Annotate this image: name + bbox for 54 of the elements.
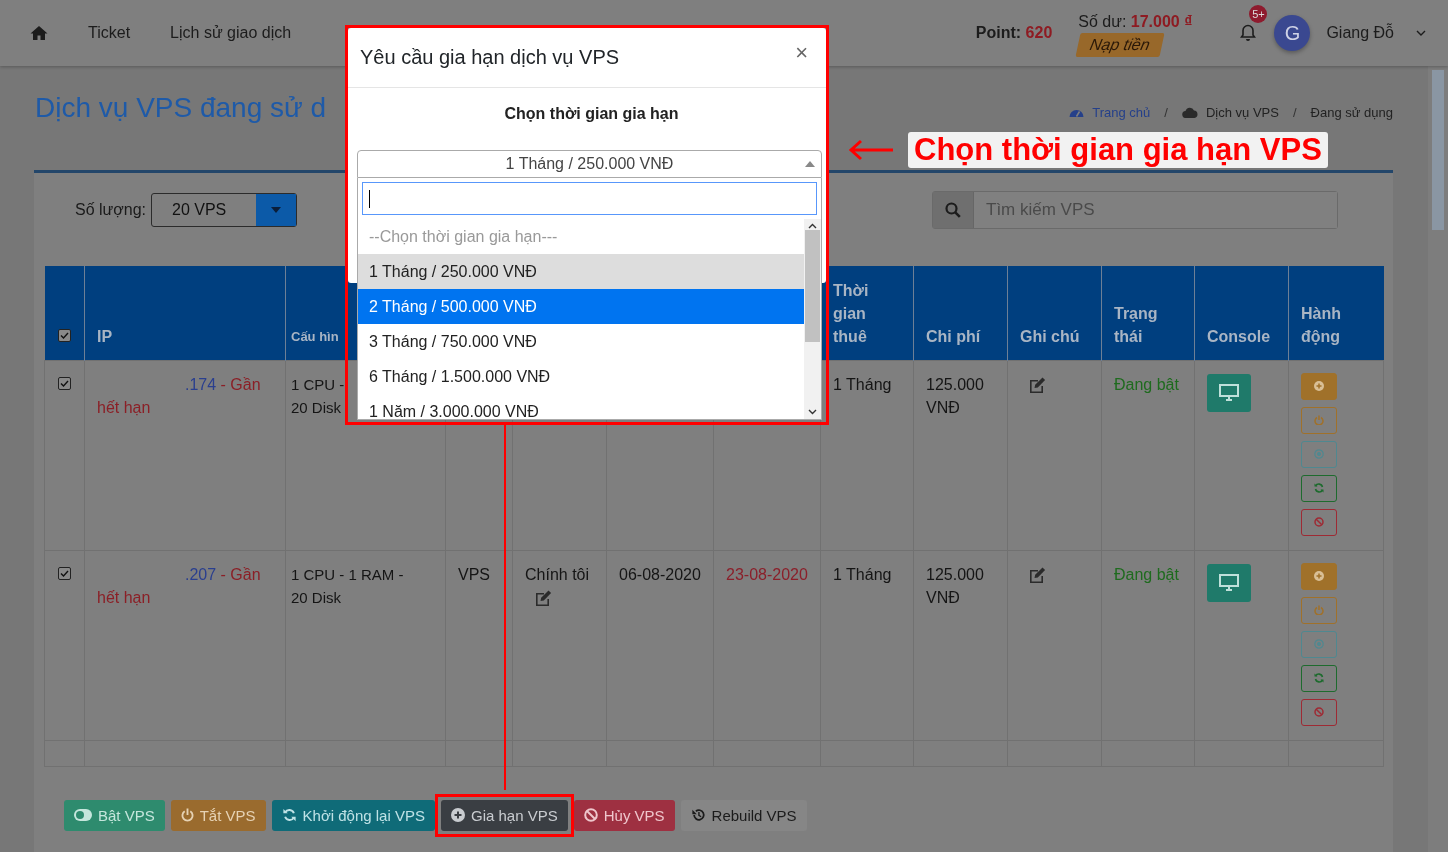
dropdown-option[interactable]: 2 Tháng / 500.000 VNĐ [358,289,804,324]
status-text: Đang bật [1114,565,1179,583]
created-date: 06-08-2020 [619,565,701,583]
column-header: Trạng thái [1114,304,1158,345]
column-header: Thời gian thuê [833,281,869,345]
service-type: VPS [458,565,490,583]
bulk-action-button[interactable]: Rebuild VPS [680,799,807,831]
point-balance: Point: 620 [975,24,1053,42]
page-title: Dịch vụ VPS đang sử d [35,92,327,124]
owner-text: Chính tôi [525,564,590,585]
breadcrumb-separator: / [1164,104,1168,120]
ip-address-text: .207 - Gần hết hạn [97,565,261,606]
dialog-subtitle: Chọn thời gian gia hạn [503,104,680,124]
close-button[interactable]: × [795,39,808,66]
quantity-label: Số lượng: [75,201,146,219]
ip-address-text: .174 - Gần hết hạn [97,375,261,416]
column-header: Ghi chú [1020,327,1080,345]
expiry-date: 23-08-2020 [726,565,808,583]
breadcrumb-separator: / [1292,104,1297,120]
bulk-action-button[interactable]: Hủy VPS [573,799,675,831]
rental-period: 1 Tháng [833,375,892,393]
column-header: Chi phí [926,327,981,345]
account-balance: Số dư: 17.000 ₫ [1078,13,1193,31]
user-name[interactable]: Giang Đỗ [1326,24,1394,42]
bulk-action-button[interactable]: Tắt VPS [170,799,266,831]
bulk-action-button[interactable]: Khởi động lại VPS [271,799,435,831]
bulk-action-button[interactable]: Gia hạn VPS [441,799,568,831]
dialog-title: Yêu cầu gia hạn dịch vụ VPS [360,46,620,69]
breadcrumb-current: Đang sử dụng [1310,104,1393,120]
quantity-select[interactable]: 20 VPS [151,193,297,227]
dropdown-option[interactable]: 1 Tháng / 250.000 VNĐ [358,254,804,289]
cost-text: 125.000 VNĐ [926,565,984,606]
column-header: IP [97,327,113,345]
duration-select[interactable]: 1 Tháng / 250.000 VNĐ [357,150,822,178]
dropdown-option[interactable]: --Chọn thời gian gia hạn--- [358,219,804,254]
column-header: Hành động [1301,304,1341,345]
cost-text: 125.000 VNĐ [926,375,984,416]
nav-link[interactable]: Ticket [88,24,131,42]
user-avatar[interactable]: G [1274,15,1311,51]
config-text: 1 CPU - 20 Disk [291,374,345,418]
annotation-label: Chọn thời gian gia hạn VPS [908,132,1328,168]
config-text: 1 CPU - 1 RAM - 20 Disk [291,564,404,608]
nav-link[interactable]: Lịch sử giao dịch [170,24,292,42]
column-header: Console [1207,327,1271,345]
bulk-action-button[interactable]: Bật VPS [64,799,165,831]
dropdown-option[interactable]: 3 Tháng / 750.000 VNĐ [358,324,804,359]
notification-badge: 5+ [1249,5,1268,23]
breadcrumb-link[interactable]: Dịch vụ VPS [1205,104,1279,120]
dropdown-option[interactable]: 1 Năm / 3.000.000 VNĐ [358,394,804,419]
top-up-button[interactable]: Nạp tiền [1075,33,1165,57]
rental-period: 1 Tháng [833,565,892,583]
column-header: Cấu hìn [291,328,339,344]
dropdown-option[interactable]: 6 Tháng / 1.500.000 VNĐ [358,359,804,394]
status-text: Đang bật [1114,375,1179,393]
